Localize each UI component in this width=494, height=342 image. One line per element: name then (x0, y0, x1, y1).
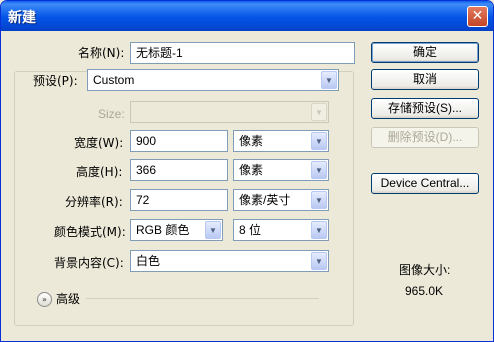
bit-depth-select[interactable]: 8 位 ▼ (233, 219, 329, 241)
preset-label: 预设(P): (31, 72, 80, 90)
height-unit-value: 像素 (239, 163, 264, 177)
color-mode-value: RGB 颜色 (136, 223, 190, 237)
resolution-label: 分辨率(R): (65, 195, 123, 209)
chevron-down-icon: ▼ (321, 71, 337, 89)
new-document-dialog: 新建 ✕ 名称(N): 无标题-1 预设(P): Custom ▼ Size: … (0, 0, 494, 342)
advanced-label[interactable]: 高级 (56, 290, 80, 308)
bit-depth-value: 8 位 (239, 223, 262, 237)
width-input[interactable]: 900 (130, 130, 228, 152)
size-label: Size: (98, 107, 125, 121)
advanced-divider (86, 298, 319, 299)
chevron-down-icon: ▼ (205, 221, 221, 239)
close-icon: ✕ (471, 8, 484, 24)
resolution-input[interactable]: 72 (130, 189, 228, 211)
size-select: ▼ (130, 101, 329, 123)
close-button[interactable]: ✕ (467, 6, 488, 27)
preset-value: Custom (93, 73, 135, 87)
background-select[interactable]: 白色 ▼ (130, 250, 329, 272)
title-bar[interactable]: 新建 ✕ (1, 1, 493, 31)
height-label: 高度(H): (76, 165, 123, 179)
delete-preset-button: 删除预设(D)... (371, 127, 479, 148)
device-central-button[interactable]: Device Central... (371, 173, 479, 194)
color-mode-label: 颜色模式(M): (54, 225, 126, 239)
image-size-label: 图像大小: (399, 263, 451, 277)
chevron-down-icon: ▼ (311, 132, 327, 150)
color-mode-select[interactable]: RGB 颜色 ▼ (130, 219, 223, 241)
name-label: 名称(N): (78, 46, 125, 60)
save-preset-button[interactable]: 存储预设(S)... (371, 98, 479, 119)
dialog-title: 新建 (8, 10, 36, 26)
width-unit-select[interactable]: 像素 ▼ (233, 130, 329, 152)
background-label: 背景内容(C): (54, 256, 124, 270)
chevron-down-icon: ▼ (311, 191, 327, 209)
image-size-value: 965.0K (405, 284, 444, 298)
chevron-down-icon: ▼ (311, 221, 327, 239)
resolution-unit-value: 像素/英寸 (239, 193, 291, 207)
background-value: 白色 (136, 254, 161, 268)
chevron-down-icon: ▼ (311, 161, 327, 179)
chevron-down-icon: ▼ (311, 103, 327, 121)
advanced-toggle[interactable]: » (37, 292, 52, 307)
resolution-unit-select[interactable]: 像素/英寸 ▼ (233, 189, 329, 211)
name-input[interactable]: 无标题-1 (130, 42, 355, 64)
ok-button[interactable]: 确定 (371, 42, 479, 63)
preset-select[interactable]: Custom ▼ (87, 69, 339, 91)
cancel-button[interactable]: 取消 (371, 69, 479, 90)
width-unit-value: 像素 (239, 134, 264, 148)
height-input[interactable]: 366 (130, 159, 228, 181)
height-unit-select[interactable]: 像素 ▼ (233, 159, 329, 181)
width-label: 宽度(W): (74, 136, 124, 150)
chevron-down-icon: ▼ (311, 252, 327, 270)
expand-icon: » (42, 295, 47, 304)
